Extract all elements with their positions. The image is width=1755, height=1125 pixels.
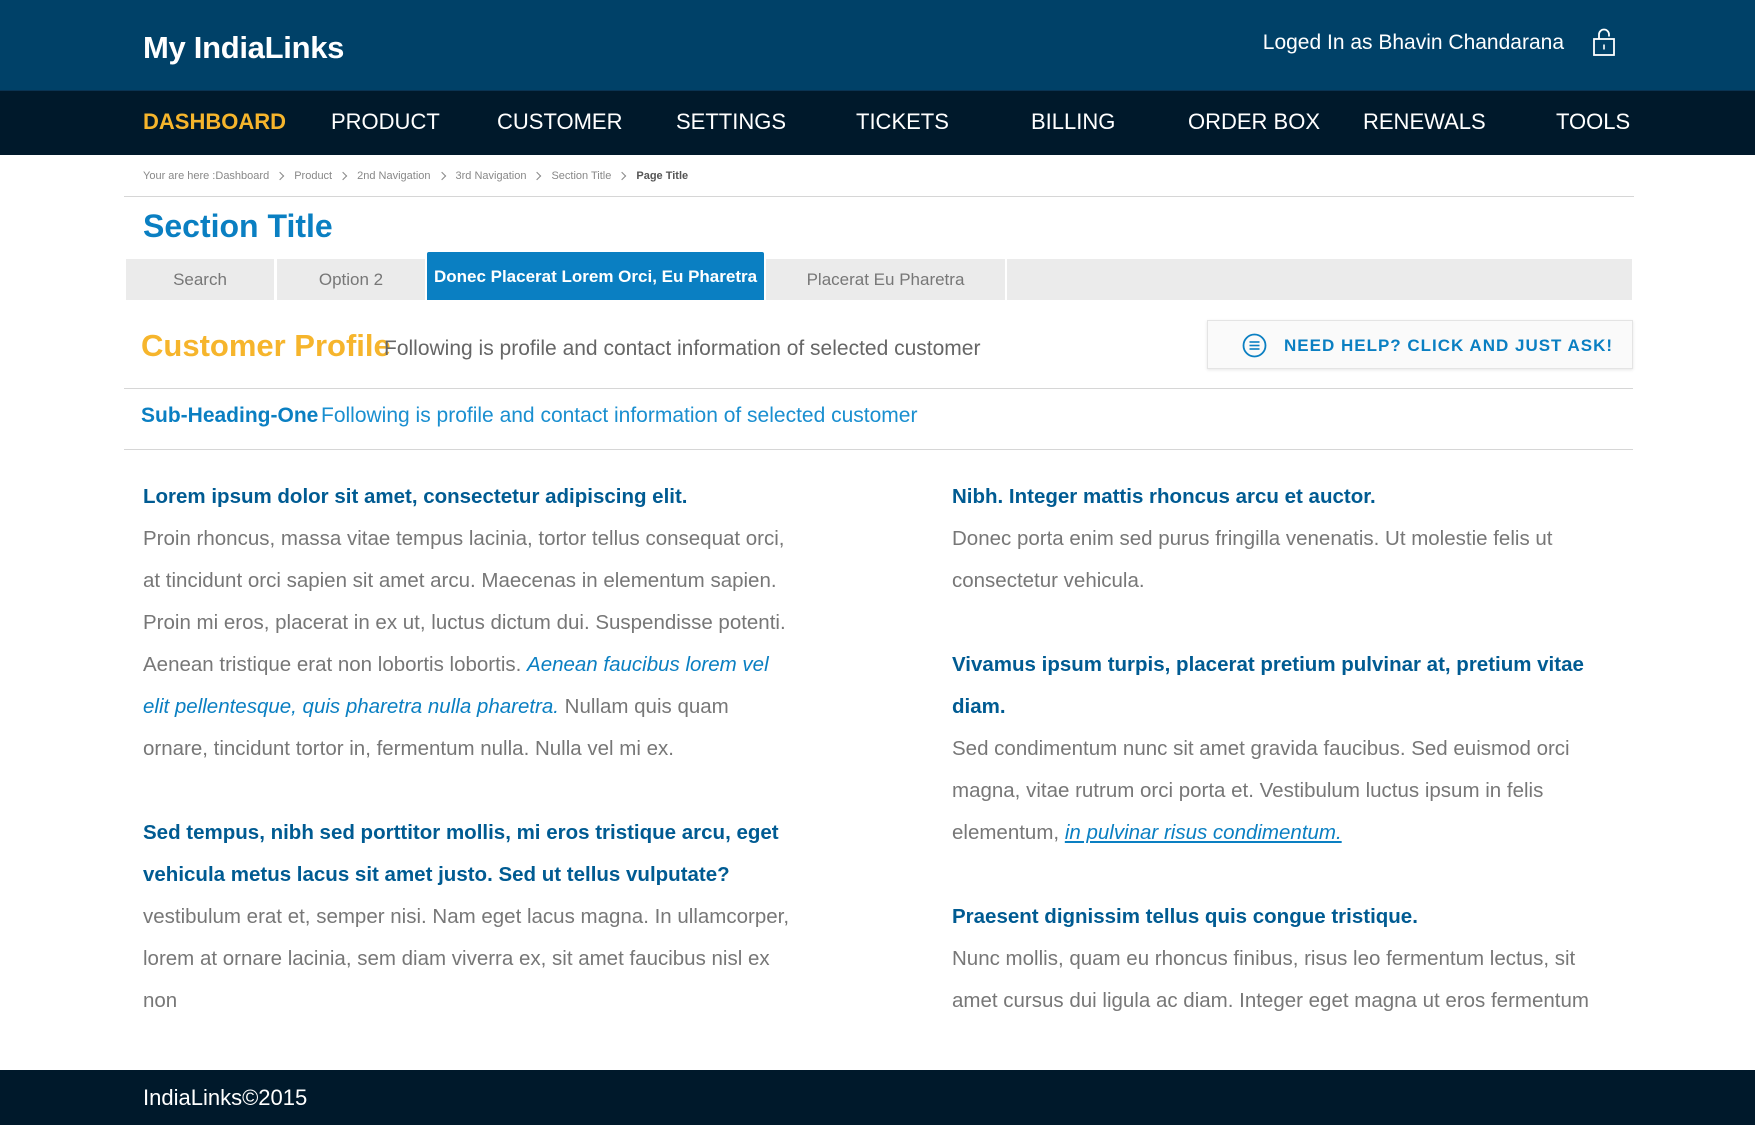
content-column-left: Lorem ipsum dolor sit amet, consectetur … xyxy=(143,476,793,1064)
nav-item-customer[interactable]: CUSTOMER xyxy=(497,109,623,135)
nav-item-billing[interactable]: BILLING xyxy=(1031,109,1115,135)
content-paragraph: Proin rhoncus, massa vitae tempus lacini… xyxy=(143,518,793,770)
breadcrumb-item-2nd-navigation[interactable]: 2nd Navigation xyxy=(357,170,430,182)
content-paragraph: Sed condimentum nunc sit amet gravida fa… xyxy=(952,728,1612,854)
divider xyxy=(124,388,1633,389)
divider xyxy=(124,196,1634,197)
content-heading: Lorem ipsum dolor sit amet, consectetur … xyxy=(143,485,688,508)
content-block: Nibh. Integer mattis rhoncus arcu et auc… xyxy=(952,476,1612,602)
nav-item-settings[interactable]: SETTINGS xyxy=(676,109,786,135)
tab-placerat-eu-pharetra[interactable]: Placerat Eu Pharetra xyxy=(766,259,1005,300)
need-help-button[interactable]: NEED HELP? CLICK AND JUST ASK! xyxy=(1207,320,1633,369)
breadcrumb-current: Page Title xyxy=(636,170,689,182)
breadcrumb-item-product[interactable]: Product xyxy=(294,170,332,182)
content-paragraph: Nunc mollis, quam eu rhoncus finibus, ri… xyxy=(952,947,1589,1012)
nav-item-tools[interactable]: TOOLS xyxy=(1556,109,1630,135)
chevron-right-icon xyxy=(338,171,348,181)
nav-item-dashboard[interactable]: DASHBOARD xyxy=(143,109,286,135)
tab-search[interactable]: Search xyxy=(126,259,274,300)
inline-link[interactable]: in pulvinar risus condimentum. xyxy=(1065,821,1342,844)
content-column-right: Nibh. Integer mattis rhoncus arcu et auc… xyxy=(952,476,1612,1064)
breadcrumb-item-dashboard[interactable]: Dashboard xyxy=(215,170,269,182)
chevron-right-icon xyxy=(437,171,446,181)
logged-in-user: Loged In as Bhavin Chandarana xyxy=(1262,31,1564,54)
sub-heading: Sub-Heading-One xyxy=(141,404,319,427)
chevron-right-icon xyxy=(275,171,285,181)
content-block: Vivamus ipsum turpis, placerat pretium p… xyxy=(952,644,1612,854)
content-heading: Vivamus ipsum turpis, placerat pretium p… xyxy=(952,653,1584,718)
tab-donec-placerat[interactable]: Donec Placerat Lorem Orci, Eu Pharetra xyxy=(427,252,764,300)
top-header: My IndiaLinks Loged In as Bhavin Chandar… xyxy=(0,0,1755,90)
content-block: Praesent dignissim tellus quis congue tr… xyxy=(952,896,1612,1022)
footer-copyright: IndiaLinks©2015 xyxy=(143,1085,308,1110)
content-heading: Sed tempus, nibh sed porttitor mollis, m… xyxy=(143,821,779,886)
nav-item-order-box[interactable]: ORDER BOX xyxy=(1188,109,1320,135)
nav-item-tickets[interactable]: TICKETS xyxy=(856,109,949,135)
breadcrumb: Your are here : Dashboard Product 2nd Na… xyxy=(143,170,688,182)
brand-logo[interactable]: My IndiaLinks xyxy=(143,30,344,66)
lock-icon[interactable] xyxy=(1593,27,1615,56)
section-title: Section Title xyxy=(143,208,333,244)
breadcrumb-item-section-title[interactable]: Section Title xyxy=(551,170,611,182)
content-block: Lorem ipsum dolor sit amet, consectetur … xyxy=(143,476,793,770)
content-heading: Nibh. Integer mattis rhoncus arcu et auc… xyxy=(952,485,1376,508)
chevron-right-icon xyxy=(533,171,542,181)
content-block: Sed tempus, nibh sed porttitor mollis, m… xyxy=(143,812,793,1022)
chat-list-icon xyxy=(1242,333,1267,358)
customer-profile-description: Following is profile and contact informa… xyxy=(384,337,981,360)
tab-option-2[interactable]: Option 2 xyxy=(277,259,425,300)
nav-item-product[interactable]: PRODUCT xyxy=(331,109,440,135)
content-paragraph: Donec porta enim sed purus fringilla ven… xyxy=(952,527,1553,592)
need-help-label: NEED HELP? CLICK AND JUST ASK! xyxy=(1284,336,1614,355)
tab-bar-fill xyxy=(1007,259,1632,300)
content-heading: Praesent dignissim tellus quis congue tr… xyxy=(952,905,1418,928)
breadcrumb-prefix: Your are here : xyxy=(143,170,216,182)
customer-profile-title: Customer Profile xyxy=(141,328,391,363)
nav-item-renewals[interactable]: RENEWALS xyxy=(1363,109,1486,135)
breadcrumb-item-3rd-navigation[interactable]: 3rd Navigation xyxy=(456,170,527,182)
footer: IndiaLinks©2015 xyxy=(0,1070,1755,1125)
divider xyxy=(124,449,1633,450)
content-paragraph: vestibulum erat et, semper nisi. Nam ege… xyxy=(143,905,790,1012)
main-nav: DASHBOARD PRODUCT CUSTOMER SETTINGS TICK… xyxy=(0,90,1755,155)
sub-heading-description: Following is profile and contact informa… xyxy=(321,404,918,427)
chevron-right-icon xyxy=(618,171,627,181)
